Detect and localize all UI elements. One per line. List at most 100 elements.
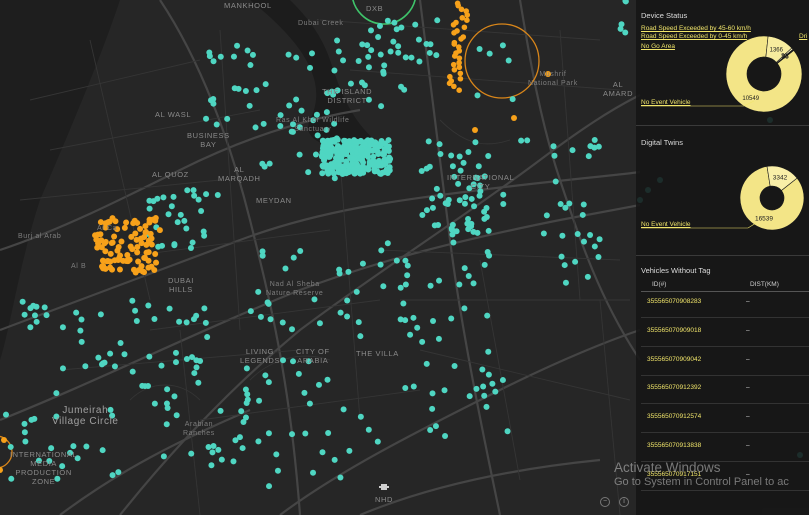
vehicle-point-orange[interactable] xyxy=(129,246,136,253)
vehicle-point-teal[interactable] xyxy=(462,194,469,201)
vehicle-point-orange[interactable] xyxy=(451,83,457,90)
vehicle-point-teal[interactable] xyxy=(429,195,436,202)
vehicle-point-teal[interactable] xyxy=(217,407,224,414)
vehicle-point-teal[interactable] xyxy=(500,200,507,207)
vehicle-point-orange[interactable] xyxy=(461,24,468,31)
vehicle-point-orange[interactable] xyxy=(104,258,111,265)
vehicle-point-teal[interactable] xyxy=(129,368,136,375)
vehicle-point-teal[interactable] xyxy=(366,147,373,154)
vehicle-point-teal[interactable] xyxy=(384,240,391,247)
vehicle-point-teal[interactable] xyxy=(160,194,167,201)
vehicle-point-teal[interactable] xyxy=(184,187,191,194)
vehicle-point-teal[interactable] xyxy=(347,80,354,87)
vehicle-point-teal[interactable] xyxy=(265,430,272,437)
vehicle-point-teal[interactable] xyxy=(203,115,210,122)
vehicle-id-cell[interactable]: 355565070908283 xyxy=(647,298,701,305)
vehicle-point-teal[interactable] xyxy=(435,221,442,228)
vehicle-point-teal[interactable] xyxy=(101,359,108,366)
vehicle-point-teal[interactable] xyxy=(21,311,28,318)
vehicle-point-teal[interactable] xyxy=(319,449,326,456)
vehicle-point-teal[interactable] xyxy=(195,379,202,386)
vehicle-point-teal[interactable] xyxy=(558,253,565,260)
vehicle-point-teal[interactable] xyxy=(543,212,550,219)
vehicle-point-teal[interactable] xyxy=(215,446,222,453)
vehicle-point-teal[interactable] xyxy=(133,318,140,325)
vehicle-point-orange[interactable] xyxy=(118,238,125,245)
vehicle-point-teal[interactable] xyxy=(117,340,124,347)
vehicle-point-teal[interactable] xyxy=(320,163,327,170)
vehicle-point-teal[interactable] xyxy=(297,248,304,255)
vehicle-point-teal[interactable] xyxy=(485,348,492,355)
vehicle-point-teal[interactable] xyxy=(243,400,250,407)
vehicle-point-teal[interactable] xyxy=(427,41,434,48)
vehicle-point-teal[interactable] xyxy=(253,87,260,94)
vehicle-point-teal[interactable] xyxy=(73,309,80,316)
vehicle-point-teal[interactable] xyxy=(239,445,246,452)
vehicle-point-teal[interactable] xyxy=(365,426,372,433)
vehicle-point-teal[interactable] xyxy=(375,34,382,41)
vehicle-point-teal[interactable] xyxy=(247,308,254,315)
vehicle-point-teal[interactable] xyxy=(244,47,251,54)
vehicle-point-teal[interactable] xyxy=(435,335,442,342)
vehicle-point-teal[interactable] xyxy=(183,356,190,363)
vehicle-point-orange[interactable] xyxy=(132,269,139,276)
vehicle-point-teal[interactable] xyxy=(99,447,106,454)
vehicle-point-teal[interactable] xyxy=(376,22,383,29)
vehicle-point-teal[interactable] xyxy=(377,140,384,147)
vehicle-point-teal[interactable] xyxy=(436,141,443,148)
vehicle-point-teal[interactable] xyxy=(200,228,207,235)
vehicle-point-teal[interactable] xyxy=(425,138,432,145)
vehicle-point-teal[interactable] xyxy=(243,365,250,372)
vehicle-point-teal[interactable] xyxy=(53,390,60,397)
vehicle-point-teal[interactable] xyxy=(359,157,366,164)
vehicle-point-teal[interactable] xyxy=(286,102,293,109)
vehicle-point-orange[interactable] xyxy=(100,265,107,272)
vehicle-point-teal[interactable] xyxy=(190,187,197,194)
vehicle-point-teal[interactable] xyxy=(340,406,347,413)
vehicle-point-orange[interactable] xyxy=(146,219,153,226)
vehicle-point-teal[interactable] xyxy=(340,168,347,175)
vehicle-point-teal[interactable] xyxy=(474,92,481,99)
vehicle-point-teal[interactable] xyxy=(168,203,175,210)
vehicle-point-orange[interactable] xyxy=(141,254,148,261)
vehicle-point-teal[interactable] xyxy=(151,400,158,407)
vehicle-point-teal[interactable] xyxy=(595,253,602,260)
vehicle-point-orange[interactable] xyxy=(116,266,123,273)
vehicle-point-teal[interactable] xyxy=(437,151,444,158)
vehicle-point-teal[interactable] xyxy=(282,265,289,272)
vehicle-point-orange[interactable] xyxy=(137,225,144,232)
vehicle-point-teal[interactable] xyxy=(326,141,333,148)
vehicle-point-teal[interactable] xyxy=(31,312,38,319)
vehicle-point-teal[interactable] xyxy=(617,25,624,32)
vehicle-point-teal[interactable] xyxy=(377,261,384,268)
vehicle-point-teal[interactable] xyxy=(236,434,243,441)
vehicle-point-teal[interactable] xyxy=(552,178,559,185)
vehicle-point-teal[interactable] xyxy=(189,354,196,361)
vehicle-point-teal[interactable] xyxy=(202,319,209,326)
vehicle-point-teal[interactable] xyxy=(195,196,202,203)
col-header-id[interactable]: ID(#) xyxy=(652,281,666,288)
vehicle-point-teal[interactable] xyxy=(353,288,360,295)
vehicle-point-teal[interactable] xyxy=(466,393,473,400)
vehicle-point-teal[interactable] xyxy=(492,388,499,395)
vehicle-point-teal[interactable] xyxy=(267,316,274,323)
vehicle-point-teal[interactable] xyxy=(381,62,388,69)
vehicle-point-teal[interactable] xyxy=(426,49,433,56)
vehicle-point-teal[interactable] xyxy=(43,312,50,319)
vehicle-point-teal[interactable] xyxy=(358,147,365,154)
vehicle-point-teal[interactable] xyxy=(261,163,268,170)
vehicle-point-teal[interactable] xyxy=(380,159,387,166)
vehicle-point-teal[interactable] xyxy=(298,107,305,114)
vehicle-id-cell[interactable]: 355565070912392 xyxy=(647,384,701,391)
vehicle-point-teal[interactable] xyxy=(331,456,338,463)
vehicle-point-teal[interactable] xyxy=(518,137,525,144)
vehicle-point-orange[interactable] xyxy=(141,269,148,276)
vehicle-point-teal[interactable] xyxy=(21,420,28,427)
vehicle-point-teal[interactable] xyxy=(361,141,368,148)
vehicle-point-orange[interactable] xyxy=(145,237,152,244)
vehicle-point-teal[interactable] xyxy=(437,192,444,199)
vehicle-point-teal[interactable] xyxy=(423,165,430,172)
vehicle-point-teal[interactable] xyxy=(244,391,251,398)
vehicle-point-orange[interactable] xyxy=(147,230,154,237)
vehicle-point-teal[interactable] xyxy=(400,300,407,307)
